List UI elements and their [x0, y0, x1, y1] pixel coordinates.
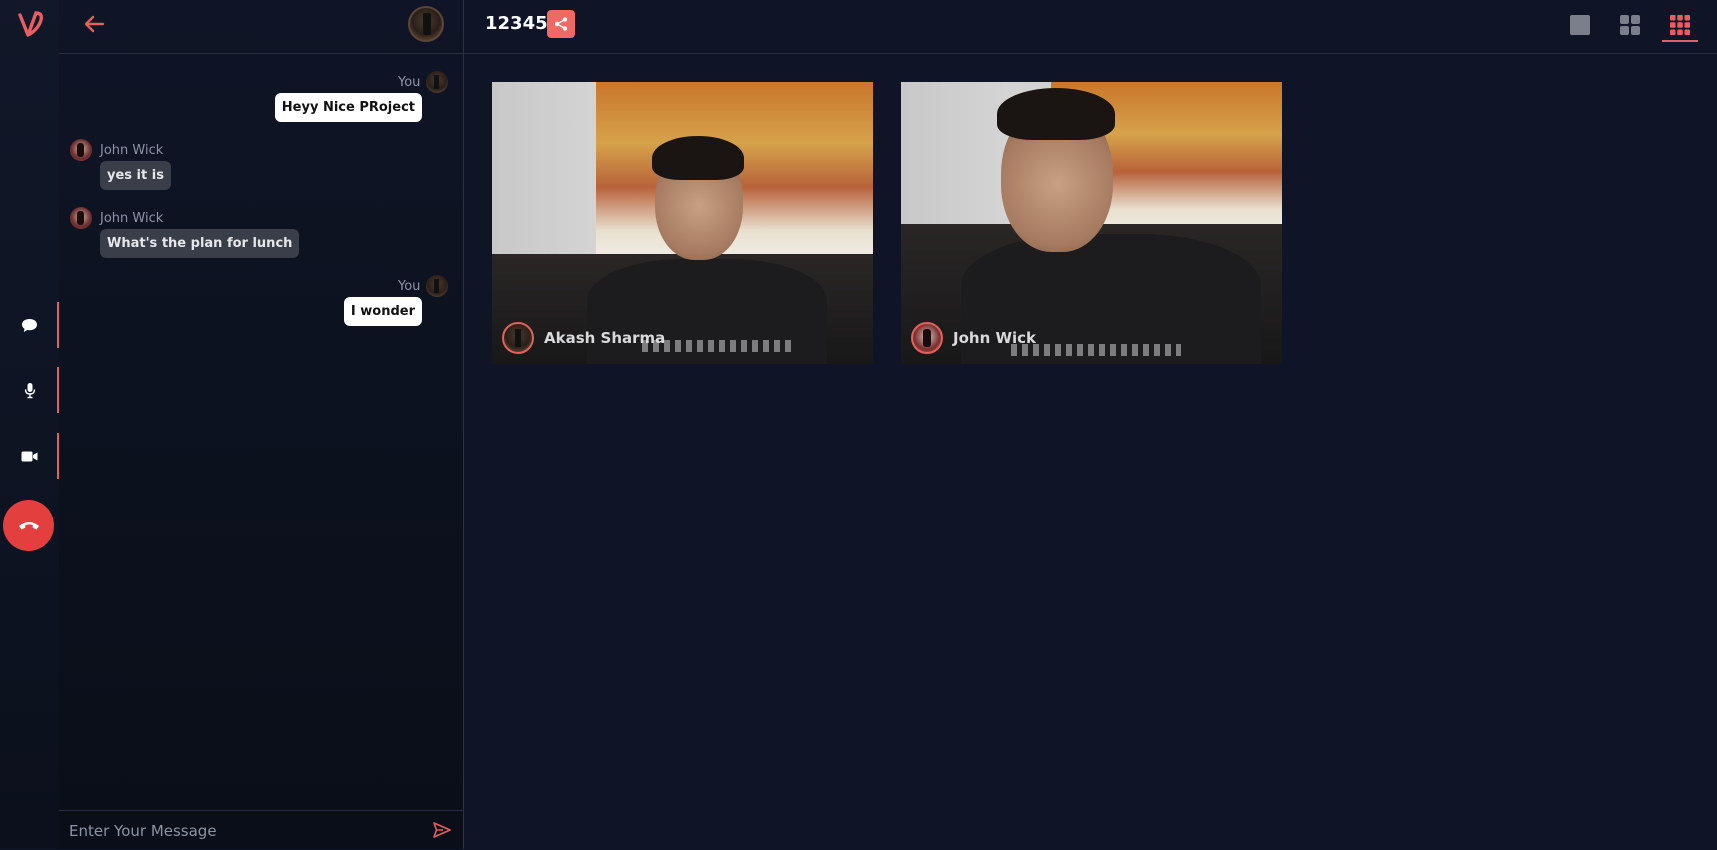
mic-toggle-button[interactable] — [0, 367, 59, 413]
video-camera-icon — [21, 451, 38, 461]
single-square-icon — [1570, 15, 1590, 35]
layout-grid-9-button[interactable] — [1668, 13, 1692, 37]
chat-message-bubble: yes it is — [100, 161, 171, 190]
video-tile[interactable]: John Wick — [901, 82, 1282, 364]
chat-message-bubble: Heyy Nice PRoject — [274, 93, 422, 122]
microphone-icon — [24, 382, 35, 398]
left-rail — [0, 0, 60, 849]
share-icon — [554, 17, 568, 31]
user-avatar[interactable] — [408, 6, 444, 42]
end-call-button[interactable] — [3, 500, 54, 551]
message-sender-row: John Wick — [70, 139, 163, 161]
chat-message-bubble: What's the plan for lunch — [100, 229, 300, 258]
sender-avatar — [426, 71, 449, 93]
send-icon[interactable] — [432, 820, 452, 840]
person-hair — [997, 88, 1115, 140]
message-sender-row: You — [398, 71, 449, 93]
participant-name: Akash Sharma — [544, 329, 666, 347]
room-id: 12345 — [485, 13, 548, 34]
video-tile[interactable]: Akash Sharma — [492, 82, 873, 364]
message-input[interactable] — [67, 819, 411, 843]
person-hair — [652, 136, 744, 180]
camera-toggle-button[interactable] — [0, 433, 59, 479]
chat-message-bubble: I wonder — [343, 297, 422, 326]
grid-9-icon — [1670, 15, 1690, 35]
message-sender-row: John Wick — [70, 207, 163, 229]
participant-label: Akash Sharma — [502, 322, 665, 354]
layout-grid-4-button[interactable] — [1618, 13, 1642, 37]
back-arrow-icon[interactable] — [81, 12, 109, 36]
message-sender-name: John Wick — [100, 210, 164, 226]
v-logo-icon[interactable] — [16, 9, 46, 41]
participant-avatar — [911, 322, 943, 354]
chat-toggle-button[interactable] — [0, 302, 59, 348]
message-sender-row: You — [398, 275, 449, 297]
sender-avatar — [70, 139, 92, 161]
sender-avatar — [70, 207, 92, 229]
message-composer — [59, 810, 463, 850]
chat-panel: You Heyy Nice PRoject John Wick yes it i… — [59, 0, 464, 849]
chat-bubble-icon — [22, 318, 37, 332]
layout-single-button[interactable] — [1568, 13, 1592, 37]
main-header: 12345 — [464, 0, 1717, 54]
chat-header — [59, 0, 463, 54]
participant-name: John Wick — [953, 329, 1037, 347]
message-sender-name: John Wick — [100, 142, 164, 158]
participant-avatar — [502, 322, 534, 354]
phone-hangup-icon — [18, 521, 39, 529]
sender-avatar — [426, 275, 449, 297]
share-button[interactable] — [547, 10, 575, 38]
shirt-print — [1011, 344, 1181, 356]
participant-label: John Wick — [911, 322, 1036, 354]
grid-4-icon — [1620, 15, 1640, 35]
message-sender-name: You — [398, 278, 421, 294]
message-sender-name: You — [398, 74, 421, 90]
layout-active-indicator — [1662, 40, 1698, 42]
